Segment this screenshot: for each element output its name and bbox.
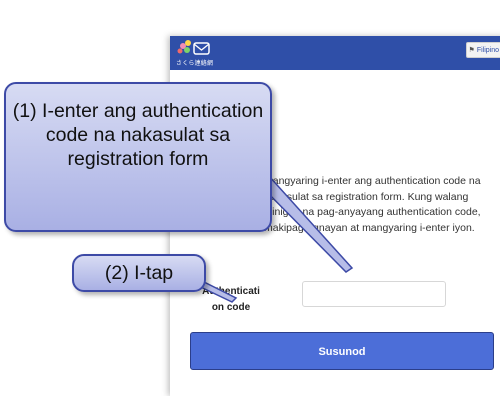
logo-text: さくら連絡網	[176, 60, 214, 67]
app-logo[interactable]: さくら連絡網	[176, 39, 236, 67]
instructions-text: Mangyaring i-enter ang authentication co…	[264, 175, 481, 234]
sakura-logo-icon	[177, 40, 210, 55]
next-button[interactable]: Susunod	[190, 332, 494, 370]
authentication-code-input[interactable]	[302, 281, 446, 307]
callout-step-1: (1) I-enter ang authentication code na n…	[4, 82, 272, 232]
app-header: さくら連絡網 ⚑ Filipino	[170, 36, 500, 70]
flag-icon: ⚑	[468, 47, 475, 54]
language-button[interactable]: ⚑ Filipino	[465, 42, 500, 58]
callout-step-2: (2) I-tap	[72, 254, 206, 292]
code-field-label: Authentication code	[202, 286, 260, 313]
language-label: Filipino	[476, 46, 499, 54]
